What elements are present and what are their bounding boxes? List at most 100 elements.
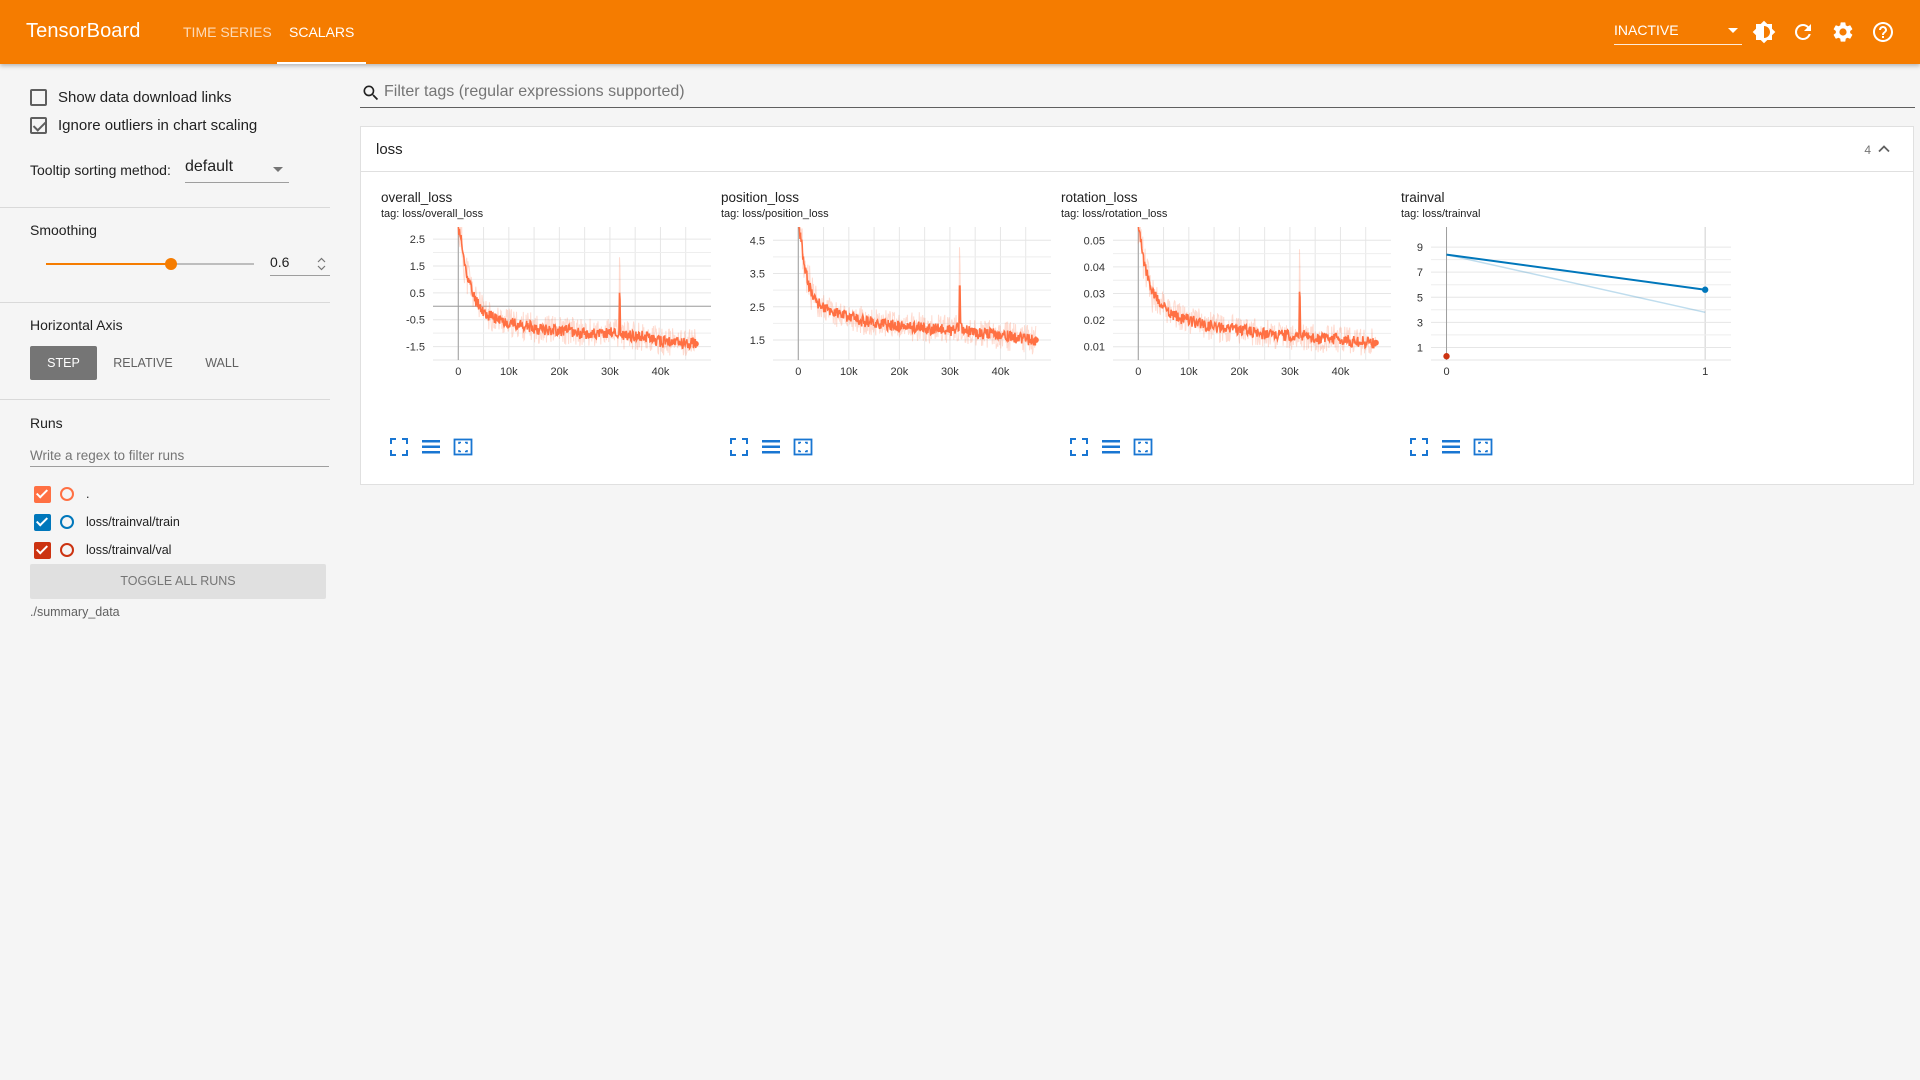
x-tick-label: 0	[795, 366, 801, 378]
log-scale-button[interactable]	[421, 437, 443, 457]
x-tick-label: 0	[455, 366, 461, 378]
chart-plot[interactable]: 0.05 0.04 0.03 0.02 0.01 0 10k 20k 30k 40k	[1061, 190, 1401, 440]
y-tick-label: 1.5	[750, 335, 765, 347]
tab-scalars[interactable]: SCALARS	[276, 0, 367, 64]
tag-group-count: 4	[1864, 143, 1871, 157]
runs-filter-input[interactable]	[30, 445, 329, 467]
log-scale-icon	[762, 440, 780, 454]
run-color-swatch[interactable]	[60, 487, 74, 501]
y-tick-label: 0.02	[1084, 315, 1105, 327]
theme-toggle-icon[interactable]	[1752, 20, 1776, 44]
fullscreen-button[interactable]	[1409, 437, 1431, 457]
checkbox-unchecked-icon[interactable]	[30, 88, 47, 106]
tooltip-sorting-select[interactable]: default	[185, 158, 289, 183]
axis-wall-button[interactable]: WALL	[192, 346, 252, 380]
reload-status-select[interactable]: INACTIVE	[1614, 19, 1742, 45]
tooltip-sorting-label: Tooltip sorting method:	[30, 162, 171, 178]
fit-domain-button[interactable]	[1473, 437, 1495, 457]
run-checkbox[interactable]	[34, 541, 51, 559]
log-directory: ./summary_data	[30, 605, 120, 619]
series-end-point	[692, 340, 699, 347]
x-tick-label: 20k	[890, 366, 908, 378]
val-point	[1443, 353, 1450, 360]
slider-thumb[interactable]	[165, 258, 177, 270]
fullscreen-icon	[730, 438, 748, 456]
x-tick-label: 10k	[1180, 366, 1198, 378]
ignore-outliers-toggle[interactable]: Ignore outliers in chart scaling	[30, 115, 257, 135]
top-app-bar: TensorBoard TIME SERIES SCALARS INACTIVE	[0, 0, 1920, 64]
x-tick-label: 1	[1702, 366, 1708, 378]
chevron-down-icon	[1728, 28, 1738, 33]
fit-domain-button[interactable]	[1133, 437, 1155, 457]
chevron-up-icon[interactable]	[1877, 142, 1891, 156]
smoothing-input[interactable]: 0.6	[270, 254, 330, 276]
scalar-chart-overall_loss: overall_loss tag: loss/overall_loss 2.5 1.5…	[381, 190, 711, 480]
app-brand[interactable]: TensorBoard	[26, 20, 141, 43]
y-tick-label: 2.5	[750, 302, 765, 314]
chart-plot[interactable]: 4.5 3.5 2.5 1.5 0 10k 20k 30k 40k	[721, 190, 1061, 440]
fullscreen-icon	[1070, 438, 1088, 456]
fullscreen-icon	[1410, 438, 1428, 456]
reload-icon[interactable]	[1791, 20, 1815, 44]
y-tick-label: 1.5	[410, 261, 425, 273]
y-tick-label: 0.04	[1084, 262, 1105, 274]
smoothing-slider[interactable]	[46, 254, 254, 274]
help-icon[interactable]	[1871, 20, 1895, 44]
scalar-chart-rotation_loss: rotation_loss tag: loss/rotation_loss 0.05…	[1061, 190, 1391, 480]
show-download-links-toggle[interactable]: Show data download links	[30, 87, 231, 107]
fit-domain-button[interactable]	[453, 437, 475, 457]
run-checkbox[interactable]	[34, 485, 51, 503]
run-color-swatch[interactable]	[60, 515, 74, 529]
y-tick-label: 3.5	[750, 269, 765, 281]
chart-plot[interactable]: 9 7 5 3 1 0 1	[1401, 190, 1741, 440]
log-scale-button[interactable]	[1441, 437, 1463, 457]
y-tick-label: -1.5	[406, 342, 425, 354]
log-scale-button[interactable]	[761, 437, 783, 457]
run-row[interactable]: loss/trainval/train	[34, 512, 180, 532]
stepper-icon[interactable]	[317, 257, 326, 271]
run-name: .	[86, 487, 90, 501]
fullscreen-button[interactable]	[1069, 437, 1091, 457]
run-checkbox[interactable]	[34, 513, 51, 531]
checkbox-checked-icon[interactable]	[30, 116, 47, 134]
run-name: loss/trainval/val	[86, 543, 172, 557]
fullscreen-button[interactable]	[389, 437, 411, 457]
tag-group-header[interactable]: loss 4	[361, 127, 1913, 172]
log-scale-button[interactable]	[1101, 437, 1123, 457]
run-row[interactable]: .	[34, 484, 89, 504]
y-tick-label: 0.5	[410, 288, 425, 300]
horizontal-axis-label: Horizontal Axis	[30, 317, 123, 333]
x-tick-label: 0	[1443, 366, 1449, 378]
fit-domain-icon	[453, 438, 473, 456]
tag-group-card: loss 4 overall_loss tag: loss/overall_los…	[360, 126, 1914, 485]
chart-plot[interactable]: 2.5 1.5 0.5 -0.5 -1.5 0 10k 20k 30k 40k	[381, 190, 721, 440]
y-tick-label: 1	[1417, 342, 1423, 354]
fit-domain-icon	[793, 438, 813, 456]
tag-filter-input[interactable]	[384, 83, 1884, 101]
x-tick-label: 20k	[1230, 366, 1248, 378]
toggle-all-runs-button[interactable]: TOGGLE ALL RUNS	[30, 564, 326, 599]
runs-label: Runs	[30, 415, 63, 431]
fullscreen-button[interactable]	[729, 437, 751, 457]
run-color-swatch[interactable]	[60, 543, 74, 557]
tag-group-name: loss	[376, 141, 403, 158]
x-tick-label: 30k	[941, 366, 959, 378]
slider-track	[171, 263, 254, 265]
series-end-point	[1372, 339, 1379, 346]
train-end-point	[1701, 286, 1709, 293]
settings-icon[interactable]	[1831, 20, 1855, 44]
y-tick-label: 0.01	[1084, 342, 1105, 354]
section-divider	[0, 302, 330, 303]
axis-relative-button[interactable]: RELATIVE	[104, 346, 182, 380]
series-group	[1446, 253, 1706, 314]
y-tick-label: 2.5	[410, 234, 425, 246]
fit-domain-button[interactable]	[793, 437, 815, 457]
smoothing-value: 0.6	[270, 254, 290, 270]
run-row[interactable]: loss/trainval/val	[34, 540, 171, 560]
scalar-chart-trainval: trainval tag: loss/trainval 9 7 5 3 1 0 1	[1401, 190, 1731, 480]
axis-step-button[interactable]: STEP	[30, 346, 97, 380]
run-name: loss/trainval/train	[86, 515, 180, 529]
smoothing-label: Smoothing	[30, 222, 97, 238]
y-tick-label: 9	[1417, 242, 1423, 254]
tab-time-series[interactable]: TIME SERIES	[183, 0, 272, 64]
